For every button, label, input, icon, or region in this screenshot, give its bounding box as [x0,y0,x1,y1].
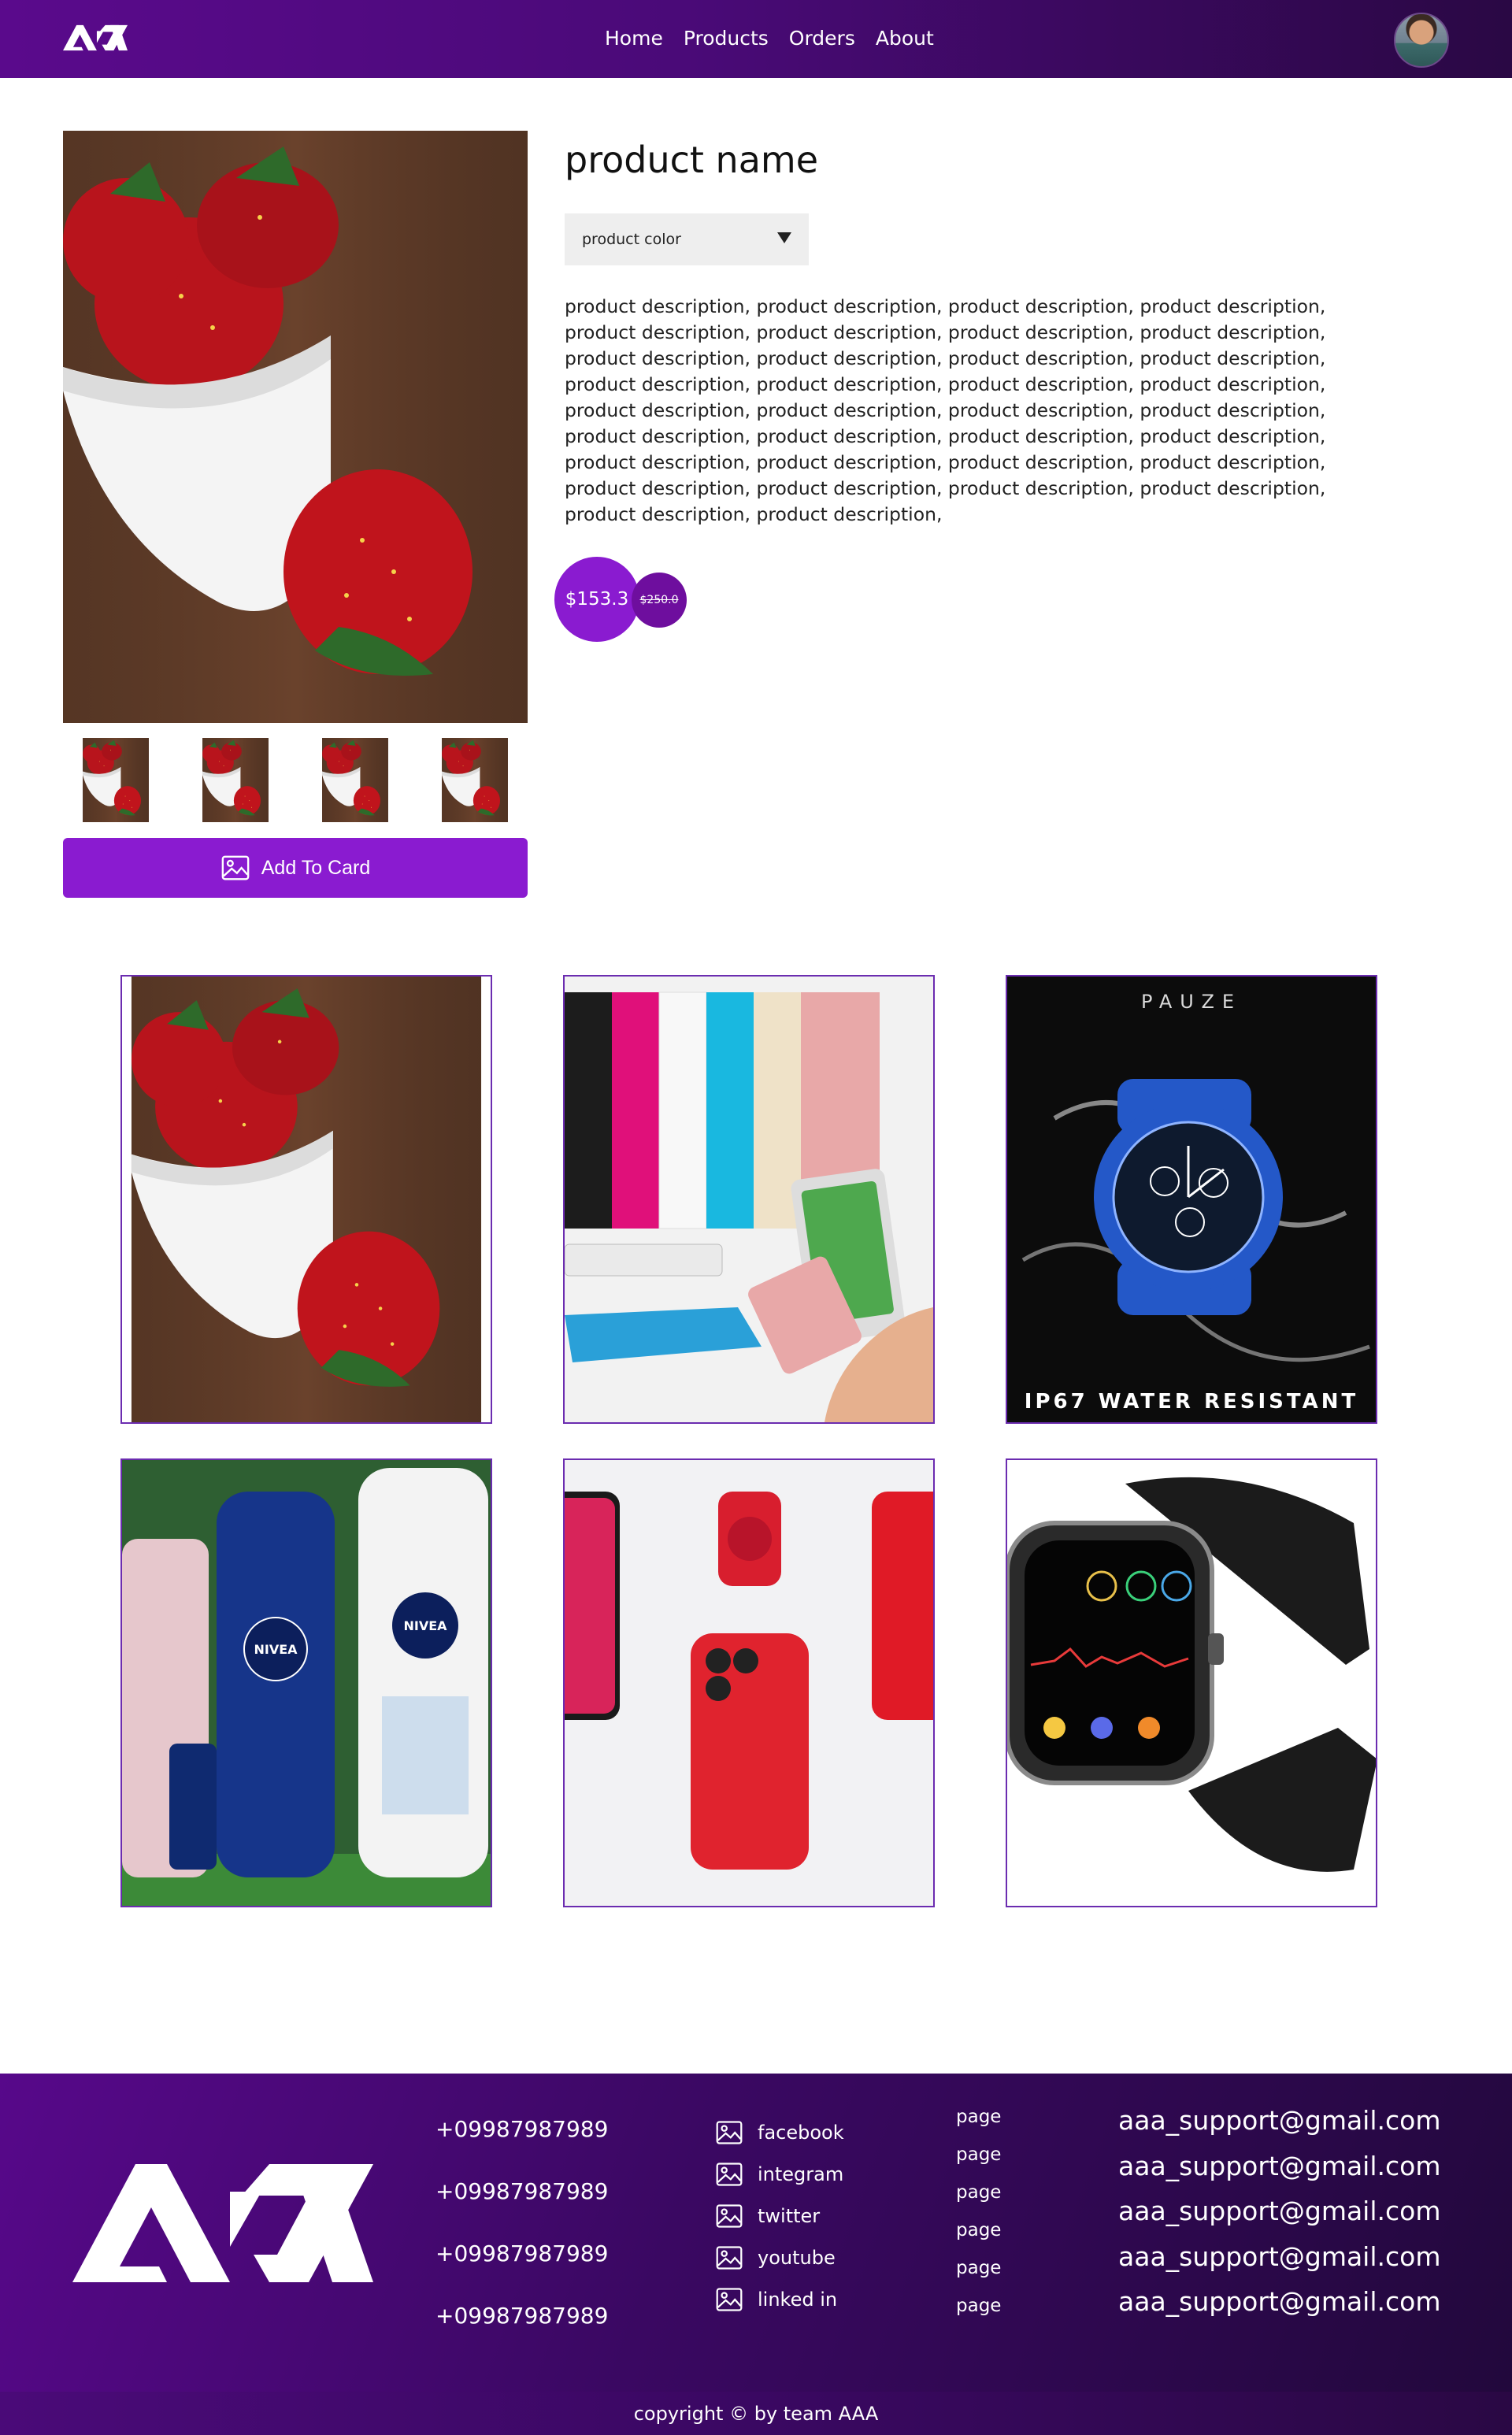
dropdown-arrow-icon [777,232,791,243]
social-link-linkedin[interactable]: linked in [715,2278,844,2320]
old-price-badge: $250.0 [632,573,687,628]
footer-page-link[interactable]: page [956,2105,1001,2143]
social-link-youtube[interactable]: youtube [715,2237,844,2278]
product-main-image [63,131,528,723]
image-icon [715,2118,743,2147]
footer-page-link[interactable]: page [956,2143,1001,2181]
social-label: youtube [758,2246,836,2269]
social-label: twitter [758,2204,821,2227]
lotion-image: NIVEA NIVEA [122,1460,491,1906]
footer-phones: +09987987989 +09987987989 +09987987989 +… [435,2116,608,2365]
copyright-text: copyright © by team AAA [633,2402,879,2425]
social-link-twitter[interactable]: twitter [715,2195,844,2237]
add-to-cart-button[interactable]: Add To Card [63,838,528,898]
footer-page-link[interactable]: page [956,2218,1001,2256]
nav-about-link[interactable]: About [876,27,934,50]
grid-product-card[interactable] [120,975,492,1424]
product-color-select[interactable]: product color [565,213,809,265]
support-email[interactable]: aaa_support@gmail.com [1118,2151,1441,2196]
add-to-cart-label: Add To Card [261,856,371,879]
support-email[interactable]: aaa_support@gmail.com [1118,2286,1441,2332]
nav-products-link[interactable]: Products [684,27,769,50]
footer-socials: facebook integram twitter youtube linked… [715,2111,844,2320]
water-resistant-caption: IP67 WATER RESISTANT [1025,1390,1358,1414]
product-thumbnail[interactable] [302,738,408,822]
footer-emails: aaa_support@gmail.com aaa_support@gmail.… [1118,2105,1441,2332]
image-icon [715,2160,743,2189]
social-link-instagram[interactable]: integram [715,2153,844,2195]
image-icon [715,2244,743,2272]
brand-logo[interactable] [63,24,128,52]
power-bank-image [565,977,933,1422]
footer-page-link[interactable]: page [956,2181,1001,2218]
pauze-brand-text: PAUZE [1141,991,1242,1013]
image-icon [220,853,250,883]
color-select-value: product color [582,231,681,248]
smartwatch-image [1007,1460,1376,1906]
nivea-label-text: NIVEA [254,1642,298,1657]
price-badge: $153.3 [554,557,639,642]
support-email[interactable]: aaa_support@gmail.com [1118,2241,1441,2287]
support-email[interactable]: aaa_support@gmail.com [1118,2105,1441,2151]
main-nav: Home Products Orders About [605,27,934,50]
grid-product-card[interactable] [1006,1458,1377,1907]
phone-number[interactable]: +09987987989 [435,2178,608,2240]
footer-page-link[interactable]: page [956,2256,1001,2294]
image-icon [715,2202,743,2230]
product-title: product name [565,139,818,181]
grid-product-card[interactable]: PAUZE IP67 WATER RESISTANT [1006,975,1377,1424]
support-email[interactable]: aaa_support@gmail.com [1118,2196,1441,2241]
grid-product-card[interactable]: NIVEA NIVEA [120,1458,492,1907]
sports-watch-image: PAUZE IP67 WATER RESISTANT [1007,977,1376,1422]
copyright-bar: copyright © by team AAA [0,2392,1512,2435]
grid-product-card[interactable] [563,975,935,1424]
social-link-facebook[interactable]: facebook [715,2111,844,2153]
user-avatar[interactable] [1394,13,1449,68]
phone-number[interactable]: +09987987989 [435,2116,608,2178]
grid-product-card[interactable] [563,1458,935,1907]
phone-number[interactable]: +09987987989 [435,2240,608,2303]
product-thumbnail[interactable] [63,738,169,822]
product-thumbnail[interactable] [422,738,528,822]
nivea-label-text: NIVEA [403,1618,447,1633]
product-thumbnail[interactable] [183,738,288,822]
nav-home-link[interactable]: Home [605,27,663,50]
product-thumbnails [63,738,528,822]
nav-orders-link[interactable]: Orders [789,27,855,50]
phone-number[interactable]: +09987987989 [435,2303,608,2365]
site-footer: +09987987989 +09987987989 +09987987989 +… [0,2074,1512,2392]
footer-pages: page page page page page page [956,2105,1001,2332]
image-icon [715,2285,743,2314]
strawberry-image [122,977,491,1422]
phones-image [565,1460,933,1906]
top-navbar: Home Products Orders About [0,0,1512,78]
social-label: linked in [758,2288,838,2311]
product-description: product description, product description… [565,295,1326,525]
footer-page-link[interactable]: page [956,2294,1001,2332]
social-label: integram [758,2163,844,2185]
social-label: facebook [758,2121,844,2144]
footer-brand-logo [72,2160,373,2286]
